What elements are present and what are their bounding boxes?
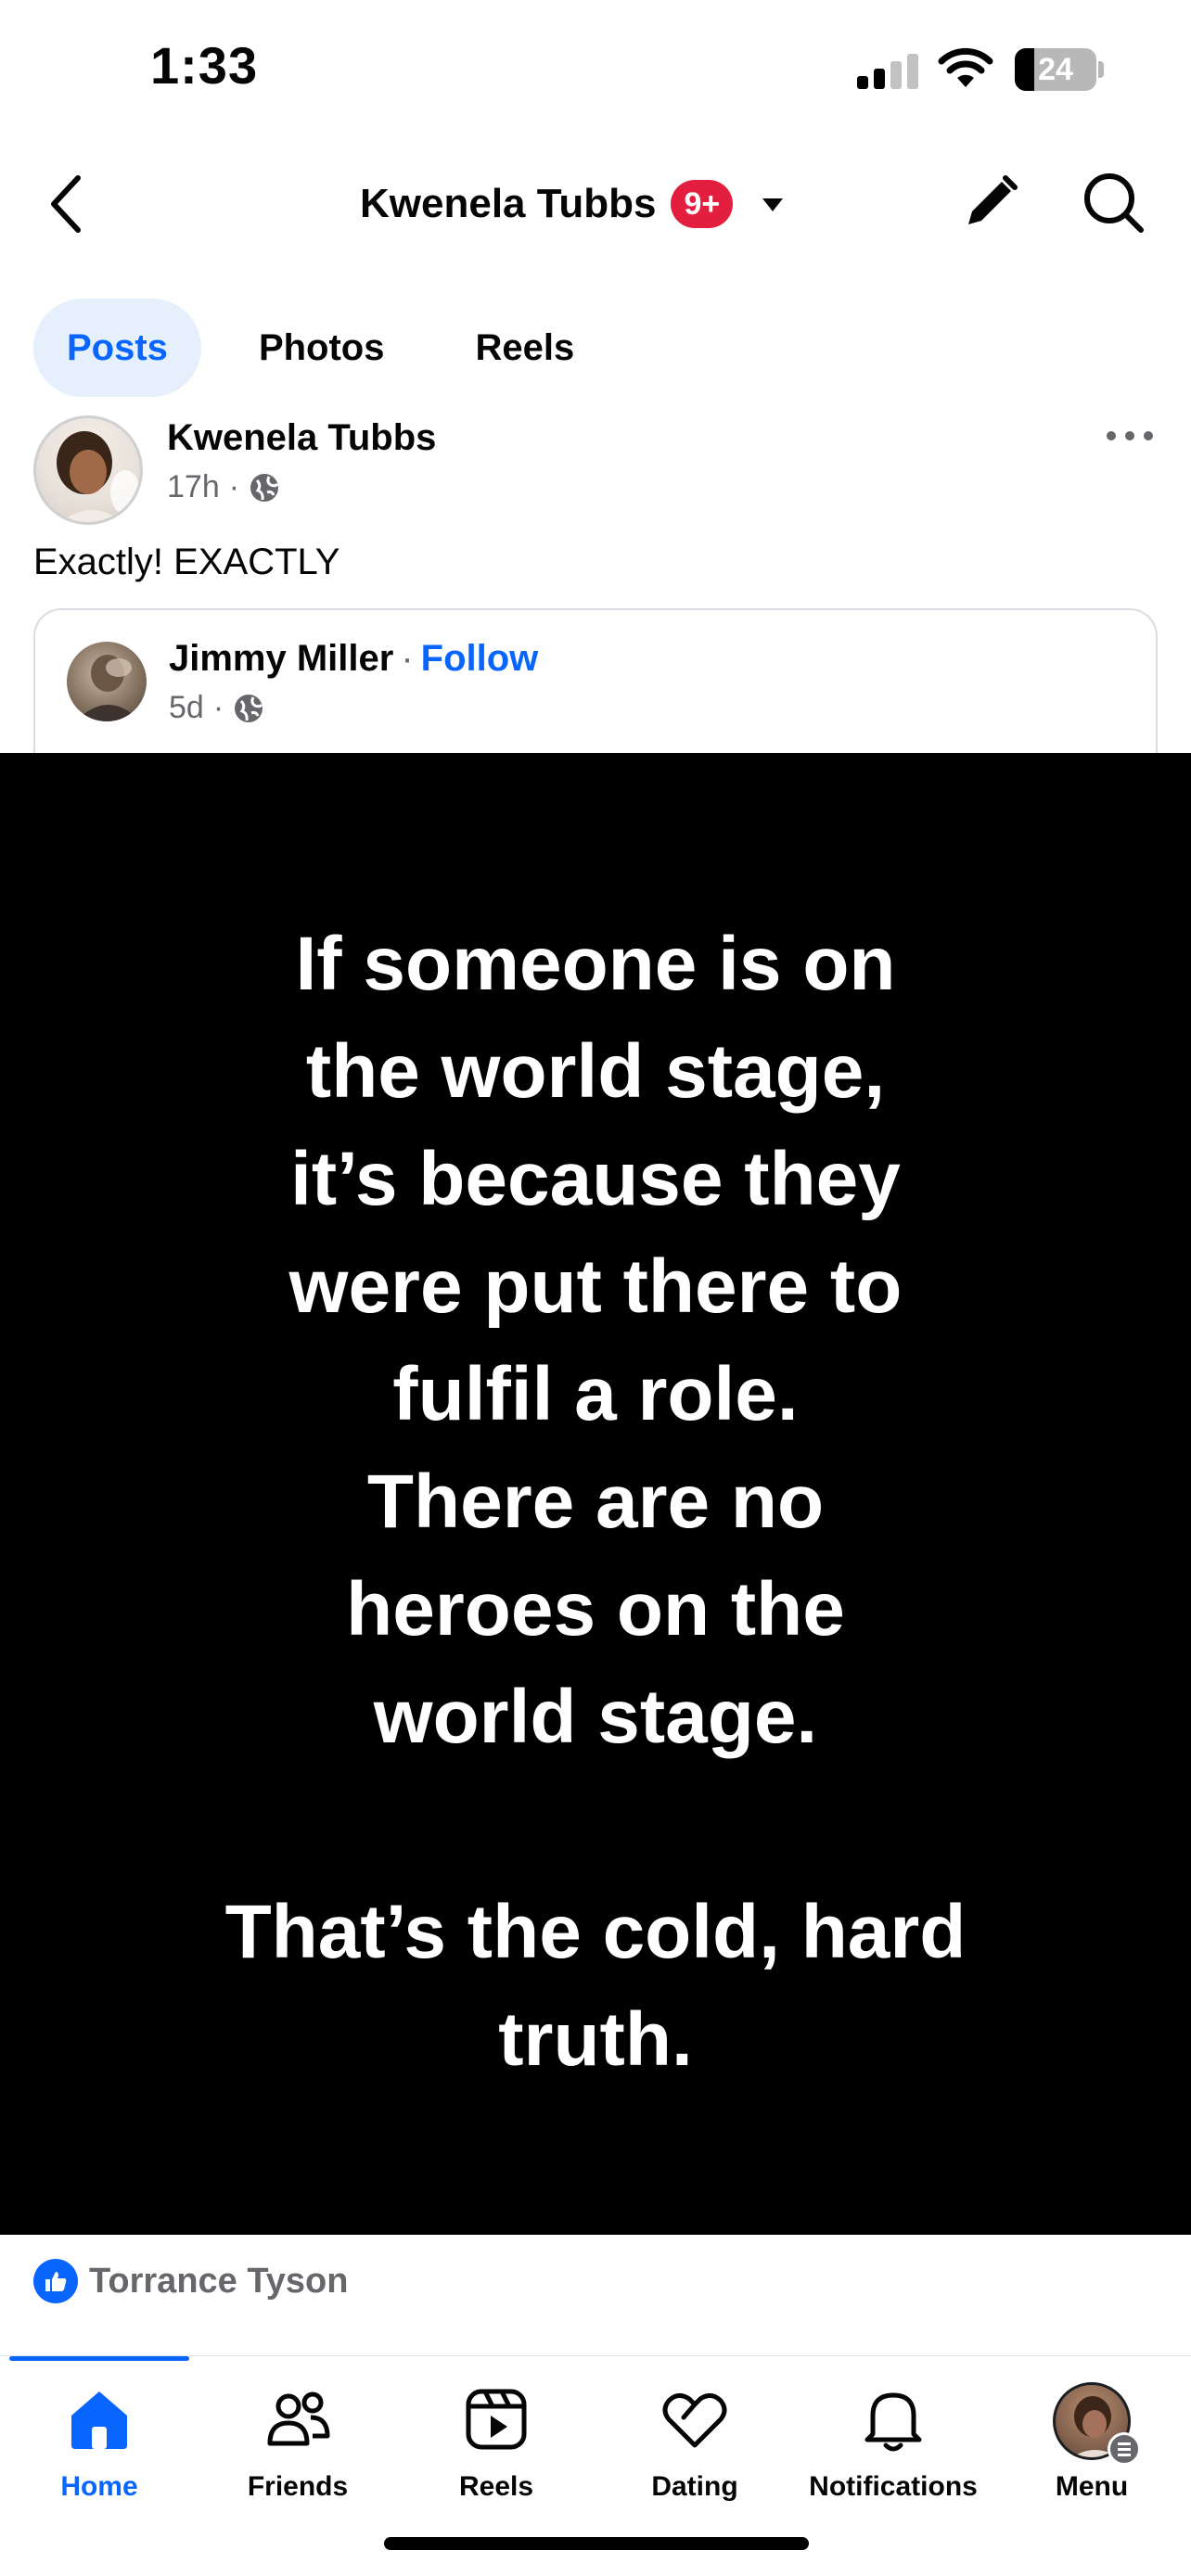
- battery-icon: 24: [1015, 48, 1096, 91]
- nav-menu-label: Menu: [1055, 2471, 1129, 2502]
- home-indicator: [384, 2537, 809, 2550]
- shared-author-row: Jimmy Miller · Follow: [169, 638, 538, 680]
- notification-badge: 9+: [671, 180, 734, 228]
- quote-line: truth.: [498, 1997, 693, 2082]
- nav-home[interactable]: Home: [0, 2356, 198, 2502]
- wifi-icon: [938, 47, 993, 87]
- nav-reels[interactable]: Reels: [397, 2356, 596, 2502]
- quote-text: If someone is on the world stage, it’s b…: [0, 911, 1191, 2094]
- shared-author-name[interactable]: Jimmy Miller: [169, 638, 393, 680]
- status-time: 1:33: [150, 36, 259, 95]
- profile-header: Kwenela Tubbs 9+: [0, 139, 1191, 269]
- author-avatar[interactable]: [33, 415, 143, 525]
- nav-dating[interactable]: Dating: [596, 2356, 794, 2502]
- cellular-signal-icon: [857, 52, 918, 89]
- reactor-name: Torrance Tyson: [89, 2261, 349, 2301]
- reels-icon: [466, 2389, 527, 2450]
- back-button[interactable]: [37, 169, 96, 239]
- profile-switcher[interactable]: Kwenela Tubbs 9+: [360, 176, 788, 232]
- quote-blank-line: [0, 1771, 1191, 1879]
- quote-line: heroes on the: [346, 1567, 845, 1651]
- nav-reels-label: Reels: [458, 2471, 534, 2502]
- author-photo: [57, 431, 140, 522]
- shared-post-time[interactable]: 5d: [169, 690, 204, 726]
- tab-reels[interactable]: Reels: [442, 299, 608, 397]
- shared-author-photo: [76, 655, 141, 721]
- quote-line: There are no: [366, 1460, 825, 1544]
- nav-friends[interactable]: Friends: [198, 2356, 397, 2502]
- like-reaction-icon: [33, 2259, 78, 2303]
- author-name[interactable]: Kwenela Tubbs: [167, 417, 436, 459]
- dating-icon: [662, 2393, 727, 2448]
- edit-button[interactable]: [961, 172, 1020, 232]
- post-time[interactable]: 17h: [167, 469, 220, 505]
- meta-separator: ·: [228, 469, 240, 504]
- globe-icon: [235, 694, 263, 722]
- search-button[interactable]: [1080, 169, 1146, 236]
- shared-meta-separator: ·: [212, 690, 224, 725]
- reactions-summary[interactable]: Torrance Tyson: [33, 2259, 348, 2303]
- more-options-button[interactable]: [1104, 417, 1156, 454]
- quote-line: it’s because they: [290, 1137, 901, 1221]
- home-icon: [71, 2391, 127, 2449]
- quote-line: were put there to: [288, 1244, 903, 1329]
- chevron-down-icon: [762, 198, 784, 211]
- quote-line: If someone is on: [295, 922, 896, 1006]
- globe-icon: [250, 473, 279, 502]
- quote-line: world stage.: [373, 1675, 818, 1759]
- post-text: Exactly! EXACTLY: [33, 542, 340, 582]
- follow-button[interactable]: Follow: [421, 638, 539, 680]
- shared-post-meta: 5d ·: [169, 690, 264, 726]
- quote-line: That’s the cold, hard: [224, 1890, 967, 1974]
- bell-icon: [864, 2392, 922, 2452]
- friends-icon: [267, 2391, 330, 2446]
- quote-line: the world stage,: [305, 1029, 886, 1114]
- battery-tip: [1098, 61, 1104, 78]
- nav-home-label: Home: [60, 2471, 138, 2502]
- quote-line: fulfil a role.: [392, 1352, 799, 1436]
- nav-dating-label: Dating: [651, 2471, 738, 2502]
- battery-percent: 24: [1038, 52, 1073, 87]
- follow-separator: ·: [401, 638, 414, 679]
- profile-name: Kwenela Tubbs: [360, 181, 657, 226]
- post-meta: 17h ·: [167, 469, 280, 505]
- status-bar: 1:33 24: [0, 0, 1191, 139]
- profile-tabs: Posts Photos Reels: [33, 299, 608, 397]
- tab-photos[interactable]: Photos: [225, 299, 418, 397]
- nav-menu[interactable]: Menu: [992, 2356, 1191, 2502]
- tab-posts[interactable]: Posts: [33, 299, 201, 397]
- menu-list-icon: [1108, 2432, 1141, 2466]
- nav-notifications-label: Notifications: [809, 2471, 978, 2502]
- shared-author-avatar[interactable]: [67, 642, 147, 721]
- nav-notifications[interactable]: Notifications: [794, 2356, 992, 2502]
- nav-friends-label: Friends: [247, 2471, 349, 2502]
- shared-post-image[interactable]: If someone is on the world stage, it’s b…: [0, 753, 1191, 2235]
